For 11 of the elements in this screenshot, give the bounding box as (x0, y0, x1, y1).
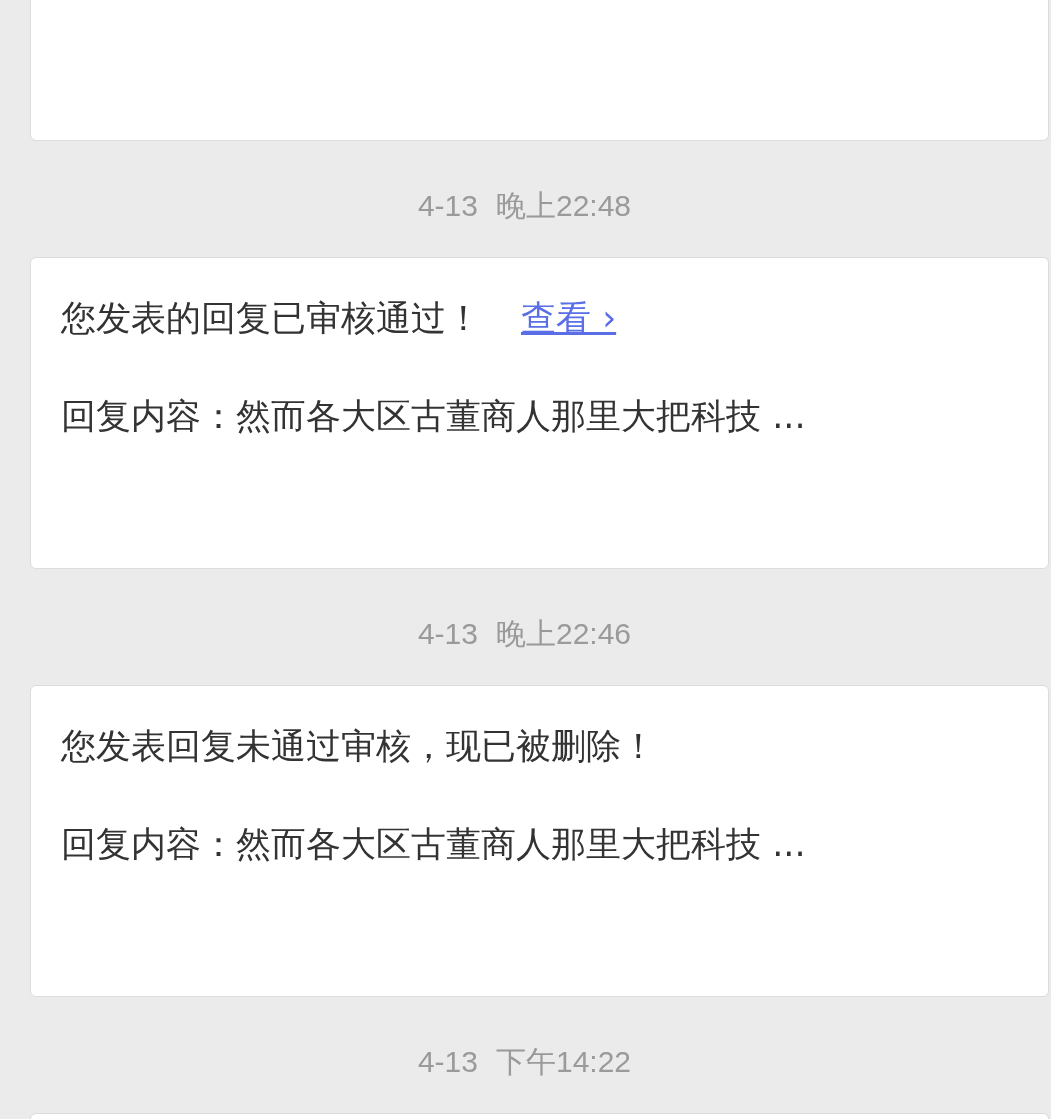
reply-content: 回复内容：然而各大区古董商人那里大把科技 ... (61, 394, 806, 438)
message-date: 4-13 (417, 1045, 478, 1079)
message-time: 晚上22:48 (496, 187, 632, 224)
reply-content: 回复内容：然而各大区古董商人那里大把科技 ... (61, 822, 806, 866)
message-time: 下午14:22 (496, 1043, 632, 1080)
message-title: 您发表的回复已审核通过！ (61, 296, 481, 340)
message-time: 晚上22:46 (496, 615, 632, 652)
message-date: 4-13 (417, 189, 478, 223)
message-date: 4-13 (417, 617, 478, 651)
message-title: 您发表回复未通过审核，现已被删除！ (61, 724, 656, 768)
view-link[interactable]: 查看 › (521, 294, 617, 342)
